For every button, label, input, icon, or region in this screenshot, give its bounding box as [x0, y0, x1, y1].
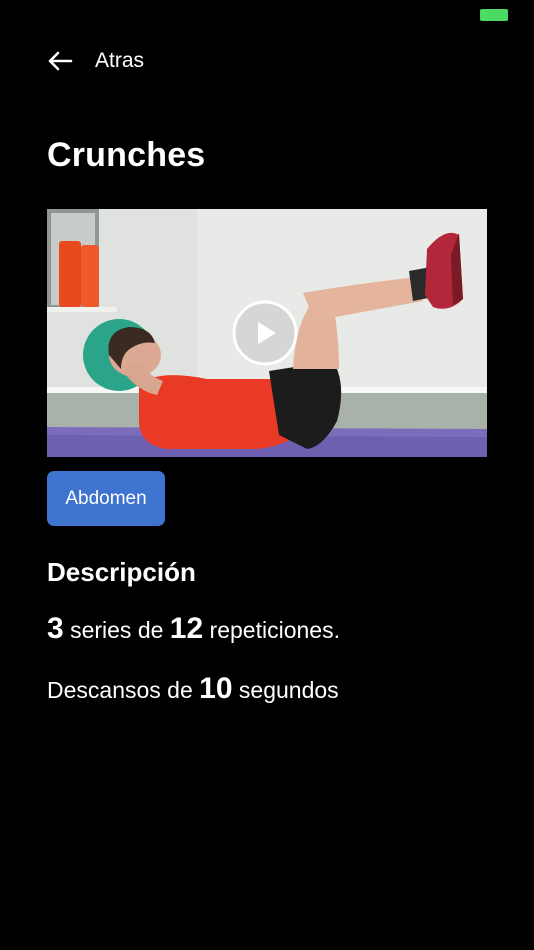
reps-label: repeticiones. [203, 617, 340, 643]
page-title: Crunches [47, 136, 206, 174]
sets-reps-text: 3 series de 12 repeticiones. [47, 612, 340, 646]
reps-count: 12 [169, 612, 204, 645]
sets-count: 3 [47, 612, 64, 645]
play-circle-icon[interactable] [230, 298, 300, 368]
description-heading: Descripción [47, 557, 196, 587]
rest-seconds: 10 [199, 672, 233, 705]
rest-suffix: segundos [232, 677, 339, 703]
battery-indicator [480, 9, 508, 21]
category-tag-button[interactable]: Abdomen [47, 471, 165, 526]
rest-prefix: Descansos de [47, 677, 200, 703]
rest-text: Descansos de 10 segundos [47, 672, 339, 706]
arrow-left-icon [48, 51, 73, 71]
exercise-video[interactable] [47, 209, 487, 457]
back-label: Atras [95, 49, 145, 72]
sets-label: series de [63, 617, 170, 643]
back-button[interactable]: Atras [47, 45, 144, 77]
